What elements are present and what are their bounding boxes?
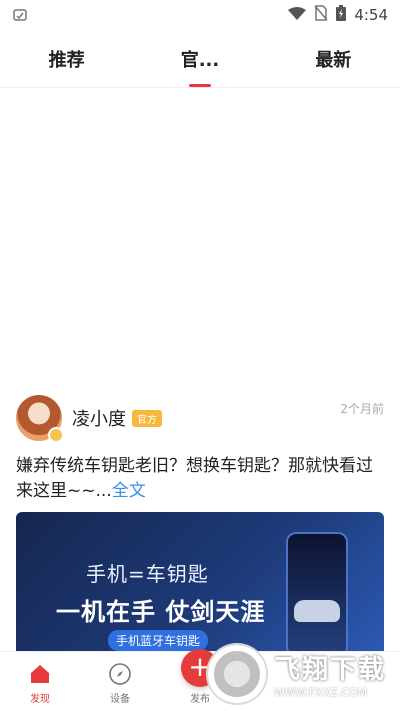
post-time: 2个月前 bbox=[340, 402, 384, 416]
car-illustration bbox=[294, 600, 340, 622]
battery-icon bbox=[336, 5, 347, 25]
tab-official[interactable]: 官... bbox=[155, 46, 245, 86]
avatar[interactable] bbox=[16, 395, 64, 443]
tab-latest[interactable]: 最新 bbox=[288, 46, 378, 86]
nav-publish-label: 发布 bbox=[190, 694, 210, 705]
verified-badge-icon bbox=[48, 427, 64, 443]
compass-icon bbox=[107, 661, 133, 687]
nav-discover[interactable]: 发现 bbox=[5, 661, 75, 705]
top-tabs: 推荐 官... 最新 bbox=[0, 40, 400, 88]
post-text[interactable]: 嫌弃传统车钥匙老旧？想换车钥匙？那就快看过来这里~~...全文 bbox=[16, 454, 384, 504]
wifi-icon bbox=[288, 6, 307, 25]
image-headline: 手机=车钥匙 bbox=[86, 562, 209, 586]
post-image[interactable]: 手机=车钥匙 一机在手 仗剑天涯 手机蓝牙车钥匙 bbox=[16, 512, 384, 662]
full-text-link[interactable]: 全文 bbox=[112, 481, 146, 501]
phone-illustration bbox=[286, 532, 348, 657]
status-bar: 4:54 bbox=[0, 0, 400, 30]
nav-discover-label: 发现 bbox=[30, 694, 50, 705]
image-subheadline: 一机在手 仗剑天涯 bbox=[56, 598, 266, 626]
post-header: 凌小度 官方 2个月前 bbox=[16, 394, 384, 443]
app-notification-icon bbox=[12, 7, 28, 23]
watermark-url: WWW.FXXZ.COM bbox=[274, 686, 368, 699]
watermark: 飞翔下载 WWW.FXXZ.COM bbox=[208, 642, 400, 706]
clock: 4:54 bbox=[354, 6, 388, 24]
home-icon bbox=[27, 661, 53, 687]
no-sim-icon bbox=[314, 5, 328, 25]
nav-devices-label: 设备 bbox=[110, 694, 130, 705]
post-body: 嫌弃传统车钥匙老旧？想换车钥匙？那就快看过来这里~~... bbox=[16, 456, 373, 501]
image-pill: 手机蓝牙车钥匙 bbox=[108, 630, 209, 651]
watermark-title: 飞翔下载 bbox=[274, 655, 387, 685]
author-name[interactable]: 凌小度 bbox=[72, 405, 126, 431]
nav-devices[interactable]: 设备 bbox=[85, 661, 155, 705]
tab-recommend[interactable]: 推荐 bbox=[22, 46, 112, 86]
watermark-logo-icon bbox=[208, 645, 266, 703]
official-tag: 官方 bbox=[132, 409, 162, 427]
